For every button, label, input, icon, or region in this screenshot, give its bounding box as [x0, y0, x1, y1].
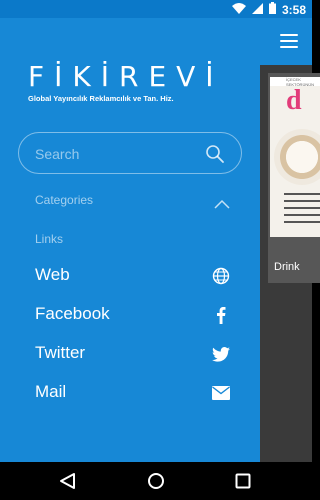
menu-icon[interactable] [280, 34, 298, 48]
search-box[interactable] [18, 132, 242, 174]
links-section-label: Links [35, 232, 64, 246]
nav-item-label: Mail [35, 382, 67, 401]
magazine-logo-letter: d [286, 85, 302, 116]
navigation-drawer: FİKİREVİ Global Yayıncılık Reklamcılık v… [0, 18, 260, 462]
card-text-lines [284, 193, 320, 228]
brand-logo: FİKİREVİ Global Yayıncılık Reklamcılık v… [28, 60, 238, 104]
nav-item-label: Twitter [35, 343, 86, 362]
search-icon[interactable] [205, 144, 225, 164]
logo-subtitle: Global Yayıncılık Reklamcılık ve Tan. Hi… [28, 94, 174, 103]
card-label: Drink [274, 261, 300, 273]
twitter-icon [211, 345, 231, 363]
nav-item-label: Facebook [35, 304, 110, 323]
nav-item-twitter[interactable]: Twitter [0, 336, 260, 372]
recent-apps-icon[interactable] [233, 471, 253, 491]
nav-item-label: Web [35, 265, 70, 284]
facebook-icon [211, 306, 231, 324]
status-bar: 3:58 [0, 0, 312, 18]
chevron-up-icon[interactable] [214, 194, 230, 209]
nav-item-facebook[interactable]: Facebook [0, 297, 260, 333]
nav-item-mail[interactable]: Mail [0, 375, 260, 411]
categories-label: Categories [35, 193, 94, 207]
content-card[interactable]: İÇECEK SEKTÖRÜNÜN d Drink [268, 73, 320, 283]
back-icon[interactable] [58, 471, 78, 491]
battery-icon [268, 2, 276, 17]
search-input[interactable] [35, 144, 195, 164]
status-time: 3:58 [281, 2, 306, 17]
system-navigation-bar [0, 462, 312, 500]
globe-icon [211, 267, 231, 285]
mail-icon [211, 384, 231, 402]
wifi-icon [231, 2, 246, 17]
card-thumbnail: İÇECEK SEKTÖRÜNÜN d [270, 77, 320, 237]
coffee-cup-image [274, 129, 320, 185]
nav-item-web[interactable]: Web [0, 258, 260, 294]
signal-icon [251, 2, 263, 17]
logo-title: FİKİREVİ [28, 60, 224, 93]
categories-toggle[interactable]: Categories [18, 186, 242, 216]
home-icon[interactable] [146, 471, 166, 491]
